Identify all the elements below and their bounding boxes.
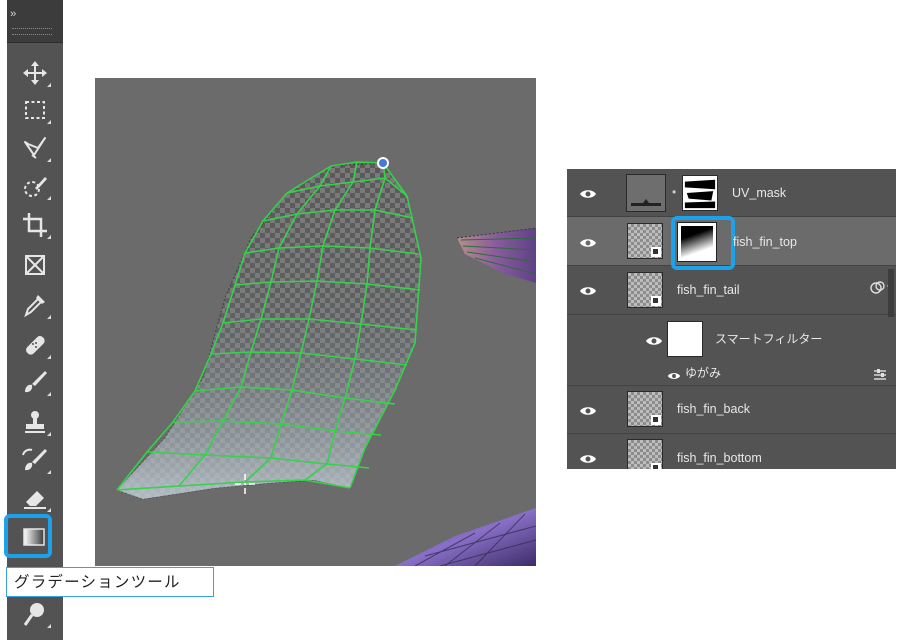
layer-name: スマートフィルター <box>715 332 823 346</box>
layer-row-fish-fin-top[interactable]: fish_fin_top <box>567 216 896 270</box>
toolbar-strip: ›› <box>7 0 63 640</box>
tool-tooltip: グラデーションツール <box>6 567 214 597</box>
history-brush-tool[interactable] <box>11 440 59 480</box>
layer-thumbnail[interactable] <box>627 391 663 427</box>
visibility-eye-icon[interactable] <box>645 334 663 346</box>
fish-body-shape[interactable] <box>395 508 536 566</box>
layer-row-uv-mask[interactable]: • UV_mask <box>567 169 896 217</box>
brush-icon <box>25 371 47 393</box>
layer-row-fish-fin-bottom[interactable]: fish_fin_bottom <box>567 434 896 469</box>
gradient-icon <box>23 528 45 546</box>
filter-blending-options-icon[interactable] <box>873 367 887 385</box>
layer-thumbnail[interactable] <box>626 174 666 212</box>
eraser-tool[interactable] <box>11 478 59 518</box>
brush-tool[interactable] <box>11 362 59 402</box>
eyedropper-tool[interactable] <box>11 285 59 325</box>
layer-name: fish_fin_back <box>677 402 750 416</box>
move-icon <box>23 61 47 85</box>
dodge-tool[interactable] <box>11 594 59 634</box>
visibility-eye-icon[interactable] <box>579 236 597 248</box>
bandage-icon <box>26 336 45 355</box>
stamp-icon <box>25 411 45 433</box>
dodge-icon <box>23 603 44 626</box>
visibility-eye-icon[interactable] <box>579 452 597 464</box>
mask-link-icon[interactable]: • <box>672 185 676 199</box>
layer-thumbnail[interactable] <box>627 439 663 469</box>
layer-thumbnail[interactable] <box>627 272 663 308</box>
document-canvas[interactable] <box>95 78 536 566</box>
fish-fin-tail-shape[interactable] <box>456 227 536 283</box>
lasso-icon <box>24 137 46 159</box>
tools-panel: ›› <box>0 0 65 640</box>
layer-name: fish_fin_bottom <box>677 451 762 465</box>
marquee-tool[interactable] <box>11 90 59 130</box>
move-tool[interactable] <box>11 53 59 93</box>
layer-name: UV_mask <box>732 186 787 200</box>
expand-panel-icon[interactable]: ›› <box>10 8 16 20</box>
quick-selection-tool[interactable] <box>11 166 59 206</box>
smart-filter-indicator-icon[interactable] <box>869 280 887 301</box>
clone-stamp-tool[interactable] <box>11 402 59 442</box>
quick-selection-icon <box>24 177 47 197</box>
fish-fin-top-shape[interactable] <box>116 161 422 500</box>
layer-row-fish-fin-tail[interactable]: fish_fin_tail ^ <box>567 266 896 315</box>
layer-thumbnail[interactable] <box>627 223 663 259</box>
layers-scrollbar[interactable] <box>888 269 894 317</box>
history-brush-icon <box>22 448 47 471</box>
layer-name: fish_fin_tail <box>677 283 740 297</box>
fin-mesh-artwork <box>116 157 536 566</box>
drag-grip[interactable] <box>12 28 52 35</box>
lasso-tool[interactable] <box>11 128 59 168</box>
layer-name: fish_fin_top <box>733 235 797 249</box>
mask-thumbnail-highlight <box>671 216 735 270</box>
crop-tool[interactable] <box>11 205 59 245</box>
layer-row-fish-fin-back[interactable]: fish_fin_back <box>567 386 896 434</box>
layer-row-smart-filter[interactable]: スマートフィルター <box>567 315 896 365</box>
layer-mask-thumbnail[interactable] <box>682 175 718 211</box>
frame-tool[interactable] <box>11 245 59 285</box>
smart-filter-mask-thumbnail[interactable] <box>667 321 703 357</box>
gradient-tool[interactable] <box>9 513 59 561</box>
toolbar-header: ›› <box>7 0 63 43</box>
eyedropper-icon <box>24 295 45 318</box>
visibility-eye-icon[interactable] <box>579 404 597 416</box>
crop-icon <box>23 213 47 237</box>
healing-brush-tool[interactable] <box>11 325 59 365</box>
frame-icon <box>25 255 45 275</box>
layer-name: ゆがみ <box>685 366 722 380</box>
layer-row-liquify-filter[interactable]: ゆがみ <box>567 361 896 386</box>
anchor-point-dot <box>379 159 387 167</box>
visibility-eye-icon[interactable] <box>667 368 681 379</box>
visibility-eye-icon[interactable] <box>579 187 597 199</box>
visibility-eye-icon[interactable] <box>579 284 597 296</box>
eraser-icon <box>24 491 46 509</box>
layers-panel: • UV_mask fish_fin_top fish_fin_tail ^ <box>567 169 896 469</box>
marquee-icon <box>25 101 45 119</box>
